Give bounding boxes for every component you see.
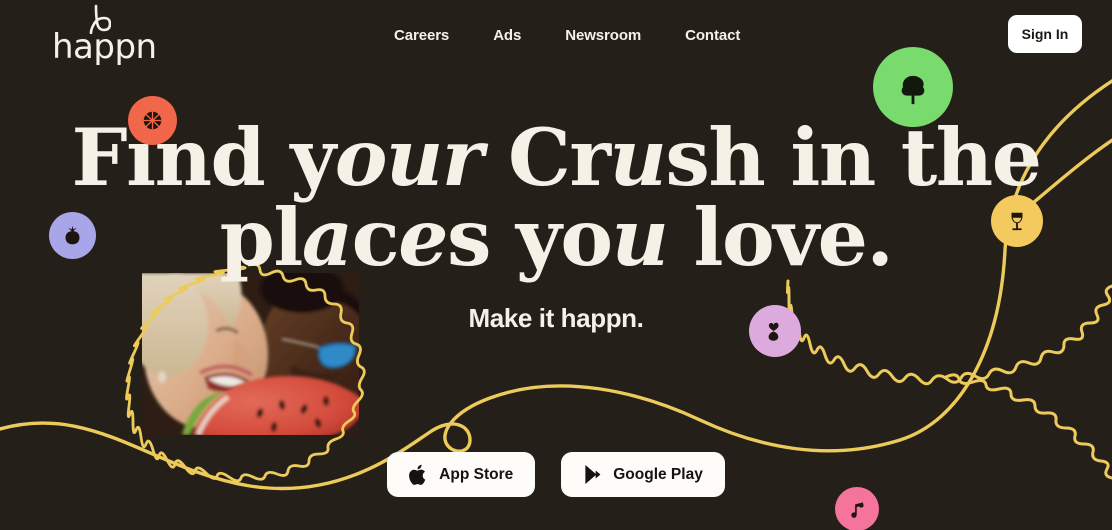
sign-in-button[interactable]: Sign In — [1008, 15, 1082, 53]
apple-icon — [409, 464, 426, 485]
headline-part: c — [351, 191, 400, 284]
badge-basketball — [128, 96, 177, 145]
happn-logo[interactable]: happn — [52, 4, 162, 66]
headline-part-italic: u — [611, 191, 669, 284]
couple-eating-watermelon-photo — [142, 273, 359, 435]
badge-strawberry — [49, 212, 96, 259]
google-play-icon — [585, 465, 601, 484]
nav-item-contact[interactable]: Contact — [681, 21, 744, 50]
headline-part: s yo — [446, 191, 613, 284]
strawberry-icon — [65, 225, 80, 245]
headline-part: pl — [219, 191, 304, 284]
heart-balloon-icon — [768, 322, 779, 341]
app-store-label: App Store — [439, 465, 514, 483]
page-title: Find your Crush in the places you love. — [0, 118, 1112, 278]
tree-icon — [901, 75, 925, 105]
music-note-icon — [850, 501, 864, 518]
tagline: Make it happn. — [468, 303, 644, 333]
headline-part: love. — [667, 191, 893, 284]
google-play-label: Google Play — [613, 465, 703, 483]
google-play-button[interactable]: Google Play — [561, 452, 725, 497]
badge-heart-balloon — [749, 305, 801, 357]
nav-item-careers[interactable]: Careers — [390, 21, 453, 50]
app-download-buttons: App Store Google Play — [0, 452, 1112, 497]
happn-wordmark: happn — [52, 27, 157, 67]
site-header: happn Careers Ads Newsroom Contact Sign … — [0, 0, 1112, 70]
hero-page: happn Careers Ads Newsroom Contact Sign … — [0, 0, 1112, 530]
main-navigation: Careers Ads Newsroom Contact — [390, 0, 744, 70]
nav-item-newsroom[interactable]: Newsroom — [561, 21, 645, 50]
nav-item-ads[interactable]: Ads — [489, 21, 525, 50]
headline-part-italic: e — [398, 191, 448, 284]
badge-wine-glass — [991, 195, 1043, 247]
app-store-button[interactable]: App Store — [387, 452, 536, 497]
basketball-icon — [143, 111, 162, 130]
headline-part-italic: a — [301, 191, 353, 284]
wine-glass-icon — [1011, 212, 1023, 231]
